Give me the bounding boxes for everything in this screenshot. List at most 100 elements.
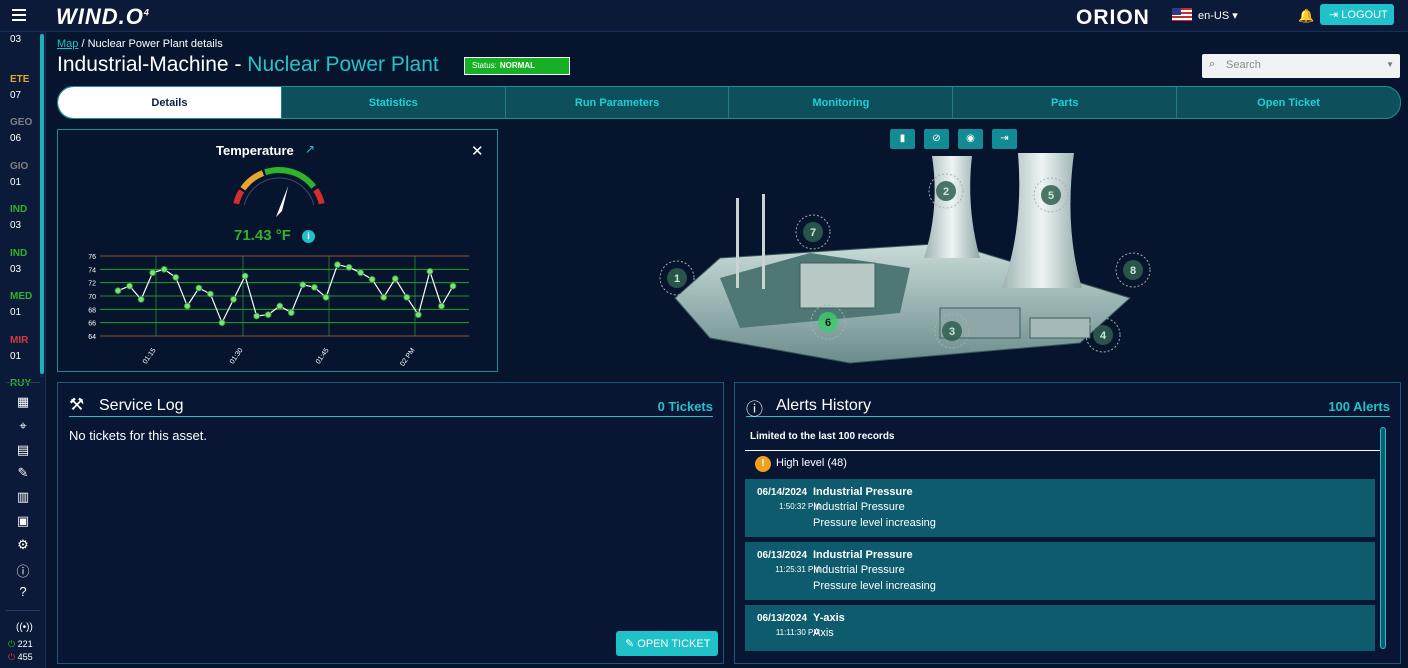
sidebar-item-code: MIR <box>10 334 29 346</box>
sidebar-item[interactable]: GEO 06 <box>10 117 32 145</box>
alerts-scrollbar[interactable] <box>1380 427 1386 649</box>
temperature-point <box>438 302 445 310</box>
language-select[interactable]: en-US ▾ <box>1198 9 1238 22</box>
tools-icon: ⚒ <box>69 395 85 414</box>
signal-icon: ((•)) <box>16 622 33 633</box>
plant-marker-label: 3 <box>949 326 955 338</box>
status-badge: Status: NORMAL <box>464 57 570 75</box>
wrench-icon[interactable]: ✎ <box>16 465 30 481</box>
page-title: Industrial-Machine - Nuclear Power Plant <box>57 53 439 77</box>
map-icon[interactable]: ⌖ <box>16 418 30 434</box>
temperature-point <box>114 287 122 295</box>
tab-parts[interactable]: Parts <box>953 87 1178 118</box>
tab-monitoring[interactable]: Monitoring <box>729 87 954 118</box>
sidebar-item[interactable]: IND 03 <box>10 204 27 232</box>
location-icon[interactable]: ◉ <box>958 129 983 149</box>
eye-off-icon[interactable]: ⊘ <box>924 129 949 149</box>
temperature-point <box>299 281 307 289</box>
search-icon: ⌕ <box>1209 58 1216 70</box>
search-input[interactable]: ⌕ Search ▼ <box>1202 54 1400 78</box>
sidebar-item-count: 07 <box>10 89 22 101</box>
breadcrumb: Map / Nuclear Power Plant details <box>57 38 223 50</box>
us-flag-icon[interactable] <box>1172 8 1192 21</box>
sidebar-item-code: GIO <box>10 160 29 172</box>
open-ticket-button[interactable]: ✎ OPEN TICKET <box>616 631 718 656</box>
temperature-point <box>368 275 376 283</box>
title-dash: - <box>234 53 242 76</box>
sidebar-item-count: 01 <box>10 176 22 188</box>
alert-item[interactable]: 06/13/2024 11:11:30 PM Y-axis Axis <box>745 605 1375 651</box>
gear-icon[interactable]: ⚙ <box>16 537 30 553</box>
sidebar-item[interactable]: GIO 01 <box>10 161 28 189</box>
x-tick-label: 01:15 <box>142 347 158 365</box>
temperature-point <box>218 319 226 327</box>
sidebar-item-code: IND <box>10 247 28 259</box>
temperature-card: Temperature ↗ ✕ 76 74 72 70 68 66 64 01:15 01:30… <box>57 129 498 372</box>
tab-open-ticket[interactable]: Open Ticket <box>1177 87 1400 118</box>
plant-reactor-building <box>799 262 876 309</box>
y-tick-label: 64 <box>88 334 96 341</box>
divider <box>745 450 1386 451</box>
temperature-point <box>137 295 145 303</box>
sidebar-item[interactable]: 03 <box>10 30 21 46</box>
gauge-arc-segment <box>313 188 325 205</box>
y-tick-label: 76 <box>88 254 96 261</box>
sidebar-item[interactable]: IND 03 <box>10 248 27 276</box>
temperature-point <box>276 302 284 310</box>
temperature-line <box>117 263 454 325</box>
menu-icon[interactable] <box>12 9 26 21</box>
breadcrumb-separator: / <box>81 38 85 50</box>
service-log-header: ⚒ Service Log 0 Tickets <box>69 395 713 417</box>
sidebar-item-code: GEO <box>10 117 33 128</box>
archive-icon[interactable]: ▤ <box>16 442 30 458</box>
sidebar-item[interactable]: RUY <box>10 378 31 390</box>
tab-statistics[interactable]: Statistics <box>282 87 506 118</box>
machine-name: Industrial-Machine <box>57 53 229 76</box>
alerts-header: ⓘ Alerts History 100 Alerts <box>746 395 1390 419</box>
temperature-point <box>334 261 341 269</box>
x-tick-label: 01:30 <box>229 347 245 365</box>
gauge-needle <box>276 185 289 217</box>
tab-details[interactable]: Details <box>58 87 282 118</box>
bell-icon[interactable]: 🔔 <box>1298 8 1314 24</box>
help-icon[interactable]: ? <box>16 584 30 599</box>
temperature-point <box>322 293 330 301</box>
breadcrumb-map-link[interactable]: Map <box>57 38 78 50</box>
online-counter: ⏻ 221 <box>8 639 33 649</box>
x-tick-label: 02 PM <box>399 347 416 368</box>
sidebar-item[interactable]: MED 01 <box>10 291 32 319</box>
alert-item[interactable]: 06/14/2024 1:50:32 PM Industrial Pressur… <box>745 479 1375 537</box>
temperature-point <box>449 282 457 290</box>
logout-button[interactable]: ⇥ LOGOUT <box>1320 4 1394 25</box>
alert-count: 100 Alerts <box>1328 399 1390 414</box>
info-icon[interactable]: ⓘ <box>16 561 30 580</box>
temperature-point <box>207 290 214 298</box>
sidebar-divider <box>6 610 40 611</box>
plant-marker-label: 6 <box>825 317 831 329</box>
sidebar-item[interactable]: ETE 07 <box>10 74 29 102</box>
info-icon[interactable]: i <box>302 230 315 243</box>
export-icon[interactable]: ⇥ <box>992 129 1017 149</box>
service-log-panel: ⚒ Service Log 0 Tickets No tickets for t… <box>57 382 724 664</box>
temperature-point <box>414 311 422 319</box>
plant-3d-view: 1 2 3 4 5 6 7 8 <box>659 153 1151 364</box>
plant-auxiliary-building <box>1029 317 1091 339</box>
sidebar-item[interactable]: MIR 01 <box>10 335 28 363</box>
alert-level-group[interactable]: ! High level (48) <box>755 456 847 472</box>
contact-icon[interactable]: ▣ <box>16 513 30 529</box>
plant-chimney <box>736 198 739 288</box>
temperature-gauge-and-chart: 76 74 72 70 68 66 64 01:15 01:30 01:45 02 PM <box>88 167 469 368</box>
chart-icon[interactable]: ▥ <box>16 489 30 505</box>
tab-run-parameters[interactable]: Run Parameters <box>506 87 730 118</box>
alert-item[interactable]: 06/13/2024 11:25:31 PM Industrial Pressu… <box>745 542 1375 600</box>
chevron-down-icon[interactable]: ▼ <box>1386 60 1394 69</box>
limit-text: Limited to the last 100 records <box>750 431 895 442</box>
sidebar-scrollbar-thumb[interactable] <box>40 34 44 374</box>
document-icon[interactable]: ▮ <box>890 129 915 149</box>
warning-icon: ! <box>755 456 771 472</box>
brand-logo: ORION <box>1076 6 1150 29</box>
y-tick-label: 66 <box>88 321 96 328</box>
dashboard-icon[interactable]: ▦ <box>16 394 30 410</box>
plant-name: Nuclear Power Plant <box>247 53 439 76</box>
temperature-gauge <box>233 167 325 217</box>
